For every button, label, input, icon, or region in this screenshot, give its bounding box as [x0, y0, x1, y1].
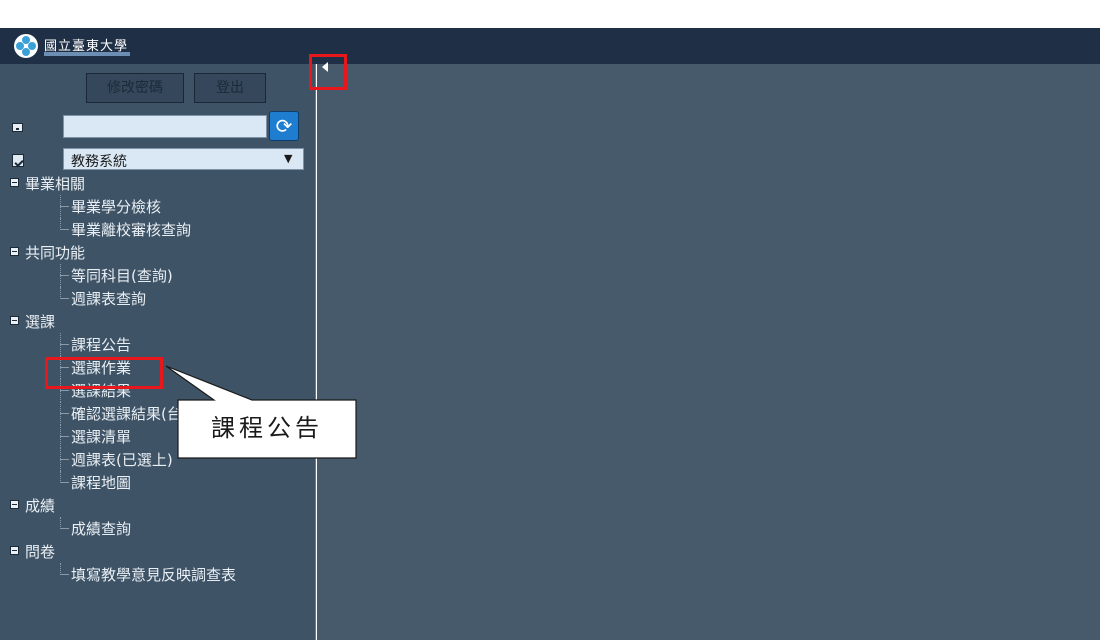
tree-item-label: 選課清單 [71, 428, 132, 446]
tree-item-selected[interactable]: 課程公告 [0, 333, 315, 356]
tree-group[interactable]: 選課 [0, 310, 315, 333]
tree-group[interactable]: 問卷 [0, 540, 315, 563]
logout-button[interactable]: 登出 [194, 73, 266, 103]
refresh-button[interactable]: ⟳ [269, 111, 299, 141]
university-name-english [44, 52, 130, 56]
tree-item-label: 等同科目(查詢) [71, 267, 173, 285]
system-select-value: 教務系統 [71, 154, 127, 170]
collapse-icon[interactable] [10, 546, 19, 555]
tree-item-label: 課程地圖 [71, 474, 132, 492]
collapse-icon[interactable] [10, 247, 19, 256]
callout-label: 課程公告 [211, 414, 323, 442]
university-logo[interactable]: 國立臺東大學 [14, 34, 154, 58]
university-seal-icon [14, 34, 38, 58]
tree-item[interactable]: 成績查詢 [0, 517, 315, 540]
tree-item-label: 週課表(已選上) [71, 451, 173, 469]
sidebar-collapse-button[interactable] [309, 54, 347, 90]
change-password-button[interactable]: 修改密碼 [86, 73, 184, 103]
tree-item[interactable]: 課程地圖 [0, 471, 315, 494]
chevron-down-icon: ▼ [284, 152, 293, 165]
search-icon [12, 123, 23, 132]
tree-item[interactable]: 填寫教學意見反映調查表 [0, 563, 315, 586]
collapse-icon[interactable] [10, 316, 19, 325]
tree-group-label: 成績 [25, 497, 56, 515]
tree-group-label: 共同功能 [25, 244, 86, 262]
tree-group-label: 畢業相關 [25, 175, 86, 193]
checklist-icon [12, 154, 24, 167]
tree-item-label: 畢業學分檢核 [71, 198, 162, 216]
tree-group[interactable]: 畢業相關 [0, 172, 315, 195]
collapse-icon[interactable] [10, 178, 19, 187]
sidebar: 修改密碼 登出 ⟳ 教務系統 ▼ 畢業相關 畢業學分檢核 畢業離校審核查詢 共同… [0, 64, 316, 640]
main-content [317, 64, 1100, 640]
tree-item-label: 課程公告 [71, 336, 132, 354]
tree-group-label: 問卷 [25, 543, 56, 561]
tree-group[interactable]: 共同功能 [0, 241, 315, 264]
tree-item-label: 填寫教學意見反映調查表 [71, 566, 237, 584]
tree-item-label: 週課表查詢 [71, 290, 147, 308]
triangle-left-icon [322, 62, 328, 72]
highlight-box [45, 357, 163, 389]
refresh-icon: ⟳ [275, 114, 293, 138]
tree-item[interactable]: 畢業離校審核查詢 [0, 218, 315, 241]
collapse-icon[interactable] [10, 500, 19, 509]
system-select[interactable]: 教務系統 ▼ [63, 148, 304, 170]
tree-item[interactable]: 等同科目(查詢) [0, 264, 315, 287]
app-header: 國立臺東大學 [0, 28, 1100, 64]
search-input[interactable] [63, 115, 267, 138]
tree-item-label: 成績查詢 [71, 520, 132, 538]
tree-group[interactable]: 成績 [0, 494, 315, 517]
tree-item-label: 畢業離校審核查詢 [71, 221, 192, 239]
tree-item[interactable]: 畢業學分檢核 [0, 195, 315, 218]
tree-item[interactable]: 週課表查詢 [0, 287, 315, 310]
top-margin [0, 0, 1100, 28]
tree-item-label: 確認選課結果(台) [71, 405, 188, 423]
tree-group-label: 選課 [25, 313, 56, 331]
